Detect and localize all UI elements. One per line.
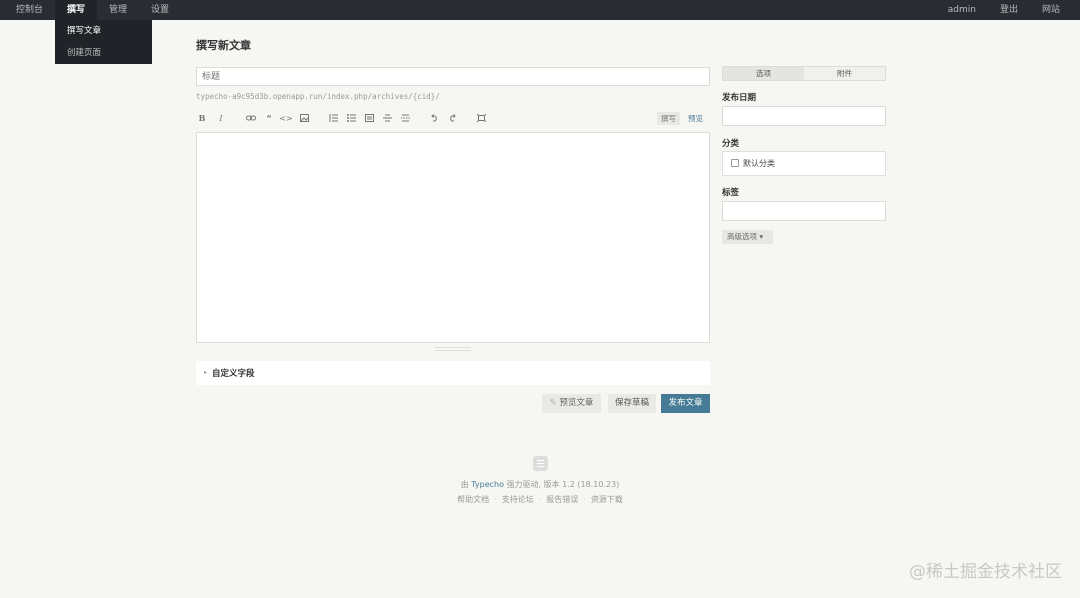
mode-write-tab[interactable]: 撰写	[657, 112, 680, 125]
tab-attachments[interactable]: 附件	[804, 67, 885, 80]
expand-arrow-icon: ▸	[204, 369, 208, 376]
tags-label: 标签	[722, 188, 740, 198]
editor-toolbar: B I “ <> 撰写 预览	[196, 111, 710, 126]
bold-icon[interactable]: B	[196, 111, 208, 126]
advanced-options-button[interactable]: 高级选项 ▾	[722, 230, 773, 244]
nav-settings[interactable]: 设置	[139, 0, 181, 20]
nav-logout[interactable]: 登出	[988, 0, 1030, 20]
preview-icon: ✎	[549, 398, 560, 408]
footer-link-report[interactable]: 报告错误	[546, 495, 578, 504]
category-label: 分类	[722, 139, 740, 149]
menu-item-write-post[interactable]: 撰写文章	[55, 20, 152, 42]
category-list: 默认分类	[722, 151, 886, 176]
publish-date-label: 发布日期	[722, 93, 757, 103]
category-default-label[interactable]: 默认分类	[743, 158, 775, 169]
heading-icon[interactable]	[363, 111, 375, 126]
publish-post-button[interactable]: 发布文章	[661, 394, 710, 413]
post-content-editor[interactable]	[196, 132, 710, 343]
footer-credit: 由 Typecho 强力驱动, 版本 1.2 (18.10.23)	[460, 480, 620, 489]
nav-main: 控制台 撰写 管理 设置	[4, 0, 181, 20]
custom-fields-section[interactable]: ▸ 自定义字段	[196, 361, 710, 385]
redo-icon[interactable]	[446, 111, 458, 126]
permalink-text: typecho-a9c95d3b.openapp.run/index.php/a…	[196, 92, 440, 101]
top-navbar: 控制台 撰写 管理 设置 admin 登出 网站	[0, 0, 1080, 20]
footer-link-download[interactable]: 资源下载	[591, 495, 623, 504]
unordered-list-icon[interactable]	[345, 111, 357, 126]
image-icon[interactable]	[298, 111, 310, 126]
quote-icon[interactable]: “	[263, 111, 275, 126]
nav-user: admin 登出 网站	[936, 0, 1072, 20]
more-icon[interactable]	[399, 111, 411, 126]
editor-resize-handle[interactable]	[435, 347, 471, 351]
tab-options[interactable]: 选项	[723, 67, 804, 80]
nav-dashboard[interactable]: 控制台	[4, 0, 55, 20]
code-icon[interactable]: <>	[279, 111, 293, 126]
hr-icon[interactable]	[381, 111, 393, 126]
footer-link-forum[interactable]: 支持论坛	[502, 495, 534, 504]
preview-post-button[interactable]: ✎ 预览文章	[542, 394, 601, 413]
footer-links: 帮助文档 · 支持论坛 · 报告错误 · 资源下载	[457, 495, 623, 504]
publish-date-input[interactable]	[722, 106, 886, 126]
nav-write[interactable]: 撰写	[55, 0, 98, 20]
nav-username[interactable]: admin	[936, 0, 988, 20]
link-icon[interactable]	[244, 111, 258, 126]
save-draft-button[interactable]: 保存草稿	[608, 394, 656, 413]
category-checkbox[interactable]	[731, 159, 739, 167]
write-dropdown-menu: 撰写文章 创建页面	[55, 20, 152, 64]
watermark: @稀土掘金技术社区	[909, 562, 1062, 582]
post-title-input[interactable]	[196, 67, 710, 86]
page-title: 撰写新文章	[196, 39, 251, 52]
menu-item-create-page[interactable]: 创建页面	[55, 42, 152, 64]
nav-manage[interactable]: 管理	[97, 0, 139, 20]
sidebar-tabs: 选项 附件	[722, 66, 886, 81]
ordered-list-icon[interactable]	[327, 111, 339, 126]
undo-icon[interactable]	[428, 111, 440, 126]
custom-fields-label: 自定义字段	[212, 369, 255, 379]
italic-icon[interactable]: I	[215, 111, 227, 126]
typecho-link[interactable]: Typecho	[471, 480, 504, 489]
mode-preview-tab[interactable]: 预览	[688, 112, 703, 125]
footer-link-docs[interactable]: 帮助文档	[457, 495, 489, 504]
typecho-logo-icon	[533, 456, 548, 471]
tags-input[interactable]	[722, 201, 886, 221]
fullscreen-icon[interactable]	[475, 111, 487, 126]
nav-site[interactable]: 网站	[1030, 0, 1072, 20]
